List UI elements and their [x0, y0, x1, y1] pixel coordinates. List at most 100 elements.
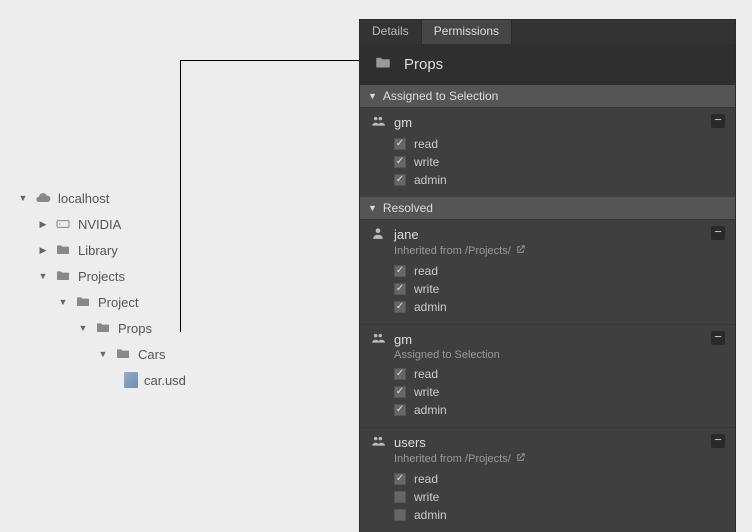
chevron-right-icon[interactable]	[38, 245, 48, 256]
tree-label: Cars	[138, 347, 165, 362]
chevron-down-icon[interactable]	[98, 349, 108, 359]
checkbox[interactable]	[394, 283, 406, 295]
folder-icon	[114, 345, 132, 363]
tab-details[interactable]: Details	[360, 20, 422, 44]
perm-list: read write admin	[370, 470, 725, 524]
perm-read: read	[394, 135, 725, 153]
chevron-down-icon: ▼	[368, 91, 377, 101]
chevron-down-icon[interactable]	[58, 297, 68, 307]
checkbox[interactable]	[394, 156, 406, 168]
checkbox[interactable]	[394, 491, 406, 503]
assigned-list: − gm read write admin	[360, 107, 735, 197]
chevron-right-icon[interactable]	[38, 219, 48, 230]
entry-sub: Inherited from /Projects/	[370, 452, 725, 466]
group-icon	[370, 114, 386, 131]
entry-head: jane	[370, 226, 725, 243]
tree-label: Project	[98, 295, 138, 310]
collapse-icon[interactable]: −	[711, 331, 725, 345]
group-icon	[370, 434, 386, 451]
section-label: Resolved	[383, 201, 433, 215]
checkbox[interactable]	[394, 138, 406, 150]
folder-icon	[94, 319, 112, 337]
collapse-icon[interactable]: −	[711, 114, 725, 128]
chevron-down-icon: ▼	[368, 203, 377, 213]
tab-permissions[interactable]: Permissions	[422, 20, 512, 44]
cloud-icon	[34, 189, 52, 207]
tree-row-nvidia[interactable]: NVIDIA	[18, 211, 338, 237]
folder-header: Props	[360, 44, 735, 85]
entry-sub: Assigned to Selection	[370, 349, 725, 361]
group-icon	[370, 331, 386, 348]
folder-icon	[54, 241, 72, 259]
checkbox[interactable]	[394, 174, 406, 186]
file-tree: localhost NVIDIA Library Projects Projec…	[18, 185, 338, 393]
checkbox[interactable]	[394, 386, 406, 398]
folder-icon	[74, 293, 92, 311]
chevron-down-icon[interactable]	[38, 271, 48, 281]
perm-read: read	[394, 470, 725, 488]
entry-name: gm	[394, 115, 412, 130]
perm-list: read write admin	[370, 365, 725, 419]
external-link-icon[interactable]	[515, 452, 526, 466]
tree-row-cars[interactable]: Cars	[18, 341, 338, 367]
perm-read: read	[394, 262, 725, 280]
tree-label: localhost	[58, 191, 109, 206]
external-link-icon[interactable]	[515, 244, 526, 258]
resolved-list: − jane Inherited from /Projects/ read wr…	[360, 219, 735, 532]
checkbox[interactable]	[394, 509, 406, 521]
checkbox[interactable]	[394, 473, 406, 485]
perm-write: write	[394, 383, 725, 401]
entry-name: jane	[394, 227, 419, 242]
entry-head: users	[370, 434, 725, 451]
tree-row-props[interactable]: Props	[18, 315, 338, 341]
tree-row-root[interactable]: localhost	[18, 185, 338, 211]
permission-entry: − jane Inherited from /Projects/ read wr…	[360, 219, 735, 324]
entry-head: gm	[370, 114, 725, 131]
perm-list: read write admin	[370, 135, 725, 189]
chevron-down-icon[interactable]	[78, 323, 88, 333]
tree-label: NVIDIA	[78, 217, 121, 232]
panel-tabs: Details Permissions	[360, 20, 735, 44]
tree-label: car.usd	[144, 373, 186, 388]
permissions-panel: Details Permissions Props ▼ Assigned to …	[360, 20, 735, 532]
folder-icon	[54, 267, 72, 285]
permission-entry: − gm Assigned to Selection read write ad…	[360, 324, 735, 427]
checkbox[interactable]	[394, 265, 406, 277]
perm-read: read	[394, 365, 725, 383]
entry-sub: Inherited from /Projects/	[370, 244, 725, 258]
entry-name: users	[394, 435, 426, 450]
usd-file-icon	[124, 372, 138, 388]
user-icon	[370, 226, 386, 243]
checkbox[interactable]	[394, 368, 406, 380]
tree-row-file[interactable]: car.usd	[18, 367, 338, 393]
tree-label: Projects	[78, 269, 125, 284]
drive-icon	[54, 215, 72, 233]
perm-admin: admin	[394, 506, 725, 524]
tree-label: Library	[78, 243, 118, 258]
collapse-icon[interactable]: −	[711, 226, 725, 240]
permission-entry: − users Inherited from /Projects/ read w…	[360, 427, 735, 532]
entry-head: gm	[370, 331, 725, 348]
checkbox[interactable]	[394, 301, 406, 313]
checkbox[interactable]	[394, 404, 406, 416]
permission-entry: − gm read write admin	[360, 107, 735, 197]
collapse-icon[interactable]: −	[711, 434, 725, 448]
tree-row-project[interactable]: Project	[18, 289, 338, 315]
tree-label: Props	[118, 321, 152, 336]
perm-list: read write admin	[370, 262, 725, 316]
entry-name: gm	[394, 332, 412, 347]
section-label: Assigned to Selection	[383, 89, 498, 103]
perm-write: write	[394, 153, 725, 171]
perm-write: write	[394, 488, 725, 506]
section-assigned-header[interactable]: ▼ Assigned to Selection	[360, 85, 735, 107]
chevron-down-icon[interactable]	[18, 193, 28, 203]
tree-row-library[interactable]: Library	[18, 237, 338, 263]
folder-title: Props	[404, 56, 443, 73]
perm-admin: admin	[394, 171, 725, 189]
section-resolved-header[interactable]: ▼ Resolved	[360, 197, 735, 219]
perm-write: write	[394, 280, 725, 298]
folder-icon	[372, 54, 394, 75]
perm-admin: admin	[394, 401, 725, 419]
tree-row-projects[interactable]: Projects	[18, 263, 338, 289]
perm-admin: admin	[394, 298, 725, 316]
